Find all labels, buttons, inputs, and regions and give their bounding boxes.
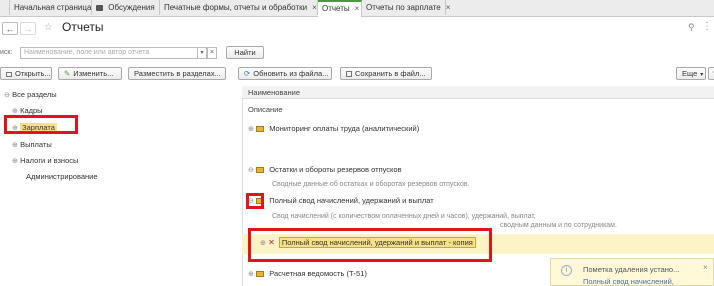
find-button[interactable]: Найти [226, 46, 264, 59]
report-description: Свод начислений (с количеством оплаченны… [272, 213, 536, 220]
report-description-continued: сводным данным и по сотрудникам. [500, 222, 617, 229]
tab-print-forms[interactable]: Печатные формы, отчеты и обработки × [160, 0, 318, 15]
report-icon [256, 271, 265, 278]
tree-item-label: Выплаты [20, 140, 52, 149]
search-input[interactable]: Наименование, поле или автор отчета [20, 47, 206, 59]
save-file-label: Сохранить в файл... [355, 69, 426, 78]
update-from-file-button[interactable]: ⟳ Обновить из файла... [238, 67, 332, 80]
tab-home-label: Начальная страница [14, 3, 92, 12]
report-title: Мониторинг оплаты труда (аналитический) [269, 124, 420, 133]
expand-icon[interactable]: ⊕ [12, 157, 18, 165]
list-item[interactable]: ⊕ Расчетная ведомость (Т-51) [248, 269, 367, 278]
tree-item-taxes[interactable]: ⊕ Налоги и взносы [12, 156, 78, 165]
search-placeholder: Наименование, поле или автор отчета [24, 49, 150, 56]
save-file-icon [346, 71, 352, 78]
link-icon[interactable]: ⚲ [688, 22, 695, 33]
tree-item-label: Кадры [20, 106, 43, 115]
edit-label: Изменить... [73, 69, 114, 78]
tab-reports[interactable]: Отчеты × [318, 0, 362, 17]
open-icon [6, 71, 12, 77]
tab-edge [0, 0, 10, 15]
back-button[interactable]: ← [2, 22, 18, 35]
update-file-icon: ⟳ [244, 69, 251, 78]
save-to-file-button[interactable]: Сохранить в файл... [340, 67, 432, 80]
collapse-icon[interactable]: ⊖ [248, 166, 254, 174]
tab-home[interactable]: Начальная страница [10, 0, 92, 15]
more-label: Еще [682, 69, 698, 78]
expand-icon[interactable]: ⊕ [12, 107, 18, 115]
report-icon [256, 126, 265, 133]
more-button[interactable]: Еще ▾ [676, 67, 706, 80]
list-item[interactable]: ⊕ Мониторинг оплаты труда (аналитический… [248, 124, 419, 133]
more-vertical-icon[interactable]: ⋮ [702, 21, 712, 32]
star-icon[interactable]: ☆ [44, 22, 53, 33]
notification-popup: i Пометка удаления устано... Полный свод… [550, 258, 714, 286]
dropdown-arrow-icon[interactable]: ▾ [197, 47, 207, 59]
tree-item-payments[interactable]: ⊕ Выплаты [12, 140, 52, 149]
info-icon: i [561, 265, 572, 276]
list-item[interactable]: ⊖ Остатки и обороты резервов отпусков [248, 165, 402, 174]
report-title: Полный свод начислений, удержаний и выпл… [269, 196, 434, 205]
clear-icon[interactable]: × [207, 47, 217, 59]
expand-icon[interactable]: ⊕ [248, 270, 254, 278]
help-button[interactable]: ? [708, 67, 714, 80]
tree-item-personnel[interactable]: ⊕ Кадры [12, 106, 43, 115]
column-header-name[interactable]: Наименование [242, 86, 714, 99]
report-title: Расчетная ведомость (Т-51) [269, 269, 367, 278]
tab-discussions[interactable]: Обсуждения [92, 0, 160, 15]
arrow-right-icon: → [23, 24, 33, 34]
column-header-description: Описание [248, 105, 283, 114]
page-title: Отчеты [62, 20, 104, 34]
tab-reports-label: Отчеты [322, 4, 350, 13]
highlight-annotation [248, 228, 492, 262]
tab-print-forms-label: Печатные формы, отчеты и обработки [164, 3, 308, 12]
collapse-icon[interactable]: ⊖ [4, 91, 10, 99]
update-file-label: Обновить из файла... [253, 69, 329, 78]
report-title: Остатки и обороты резервов отпусков [269, 165, 402, 174]
tab-payroll-reports[interactable]: Отчеты по зарплате × [362, 0, 450, 15]
chat-icon [96, 4, 103, 11]
chevron-down-icon: ▾ [700, 72, 704, 78]
search-label: иск: [0, 49, 13, 56]
pencil-icon: ✎ [64, 69, 71, 78]
close-icon[interactable]: × [446, 3, 451, 12]
open-button[interactable]: Открыть... [0, 67, 52, 80]
arrow-left-icon: ← [5, 24, 15, 34]
sections-tree: ⊖ Все разделы ⊕ Кадры ⊕ Зарплата ⊕ Выпла… [0, 86, 243, 286]
reports-list: Наименование Описание ⊕ Мониторинг оплат… [242, 86, 714, 286]
report-description: Сводные данные об остатках и оборотах ре… [272, 181, 470, 188]
notification-title: Пометка удаления устано... [583, 265, 680, 274]
tree-item-label: Администрирование [26, 172, 98, 181]
notification-link[interactable]: Полный свод начислений, [583, 277, 674, 286]
close-icon[interactable]: × [312, 3, 317, 12]
highlight-annotation [246, 193, 264, 209]
expand-icon[interactable]: ⊕ [248, 125, 254, 133]
highlight-annotation [4, 115, 78, 134]
tab-bar: Начальная страница Обсуждения Печатные ф… [0, 0, 714, 17]
place-in-sections-button[interactable]: Разместить в разделах... [128, 67, 226, 80]
list-item[interactable]: ⊖ Полный свод начислений, удержаний и вы… [248, 196, 434, 205]
report-icon [256, 167, 265, 174]
close-icon[interactable]: × [703, 263, 708, 272]
tree-root[interactable]: ⊖ Все разделы [4, 90, 57, 99]
open-label: Открыть... [15, 69, 51, 78]
edit-button[interactable]: ✎ Изменить... [58, 67, 122, 80]
expand-icon[interactable]: ⊕ [12, 141, 18, 149]
tree-root-label: Все разделы [12, 90, 57, 99]
tab-discussions-label: Обсуждения [108, 3, 155, 12]
tab-payroll-reports-label: Отчеты по зарплате [366, 3, 441, 12]
close-icon[interactable]: × [355, 4, 360, 13]
tree-item-admin[interactable]: Администрирование [26, 172, 98, 181]
forward-button[interactable]: → [20, 22, 36, 35]
tree-item-label: Налоги и взносы [20, 156, 79, 165]
